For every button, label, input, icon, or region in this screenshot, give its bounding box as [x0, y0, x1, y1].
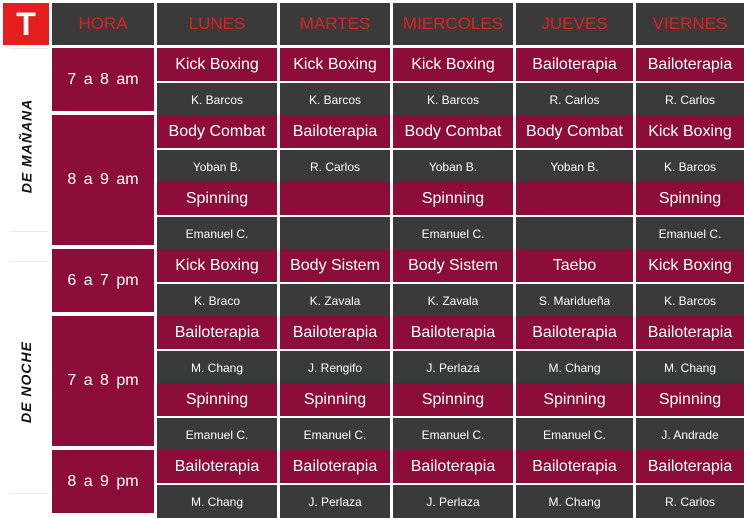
- class-name: Spinning: [280, 383, 390, 416]
- instructor-name: R. Carlos: [516, 83, 633, 116]
- instructor-name: R. Carlos: [280, 150, 390, 183]
- class-name: Body Sistem: [393, 249, 513, 282]
- period-noche: DE NOCHE: [3, 249, 49, 514]
- class-name: Bailoterapia: [157, 450, 277, 483]
- time-slot: 8 a 9 am: [52, 115, 154, 245]
- time-slot: 8 a 9 pm: [52, 450, 154, 513]
- class-name: Kick Boxing: [636, 249, 744, 282]
- class-name: Taebo: [516, 249, 633, 282]
- class-name: Bailoterapia: [393, 450, 513, 483]
- class-name: Kick Boxing: [157, 48, 277, 81]
- instructor-name: K. Braco: [157, 284, 277, 317]
- instructor-name: K. Barcos: [393, 83, 513, 116]
- instructor-name: M. Chang: [157, 485, 277, 518]
- class-name: Bailoterapia: [393, 316, 513, 349]
- period-label: DE NOCHE: [18, 340, 34, 423]
- class-name: Kick Boxing: [280, 48, 390, 81]
- instructor-name: Emanuel C.: [516, 418, 633, 451]
- class-name: Spinning: [636, 383, 744, 416]
- instructor-name: K. Barcos: [636, 150, 744, 183]
- instructor-name: [280, 217, 390, 250]
- instructor-name: [516, 217, 633, 250]
- class-name: Bailoterapia: [157, 316, 277, 349]
- class-name: [280, 182, 390, 215]
- header-hora: HORA: [52, 3, 154, 45]
- header-lunes: LUNES: [157, 3, 277, 45]
- schedule-table: T HORA LUNES MARTES MIERCOLES JUEVES VIE…: [0, 0, 744, 518]
- class-name: Kick Boxing: [636, 115, 744, 148]
- instructor-name: R. Carlos: [636, 485, 744, 518]
- instructor-name: M. Chang: [516, 485, 633, 518]
- class-name: Body Combat: [393, 115, 513, 148]
- class-name: Bailoterapia: [636, 316, 744, 349]
- instructor-name: K. Barcos: [157, 83, 277, 116]
- instructor-name: K. Zavala: [280, 284, 390, 317]
- time-slot: 6 a 7 pm: [52, 249, 154, 312]
- time-slot: 7 a 8 am: [52, 48, 154, 111]
- instructor-name: K. Barcos: [280, 83, 390, 116]
- period-manana: DE MAÑANA: [3, 48, 49, 244]
- instructor-name: Yoban B.: [393, 150, 513, 183]
- instructor-name: Emanuel C.: [157, 418, 277, 451]
- instructor-name: Emanuel C.: [393, 418, 513, 451]
- class-name: Spinning: [157, 383, 277, 416]
- class-name: Body Combat: [516, 115, 633, 148]
- class-name: Bailoterapia: [280, 316, 390, 349]
- instructor-name: Yoban B.: [516, 150, 633, 183]
- period-label: DE MAÑANA: [18, 98, 34, 194]
- header-jueves: JUEVES: [516, 3, 633, 45]
- instructor-name: M. Chang: [157, 351, 277, 384]
- instructor-name: Yoban B.: [157, 150, 277, 183]
- instructor-name: Emanuel C.: [280, 418, 390, 451]
- class-name: Bailoterapia: [636, 450, 744, 483]
- class-name: Bailoterapia: [516, 450, 633, 483]
- instructor-name: M. Chang: [636, 351, 744, 384]
- instructor-name: S. Maridueña: [516, 284, 633, 317]
- instructor-name: M. Chang: [516, 351, 633, 384]
- class-name: Bailoterapia: [516, 316, 633, 349]
- instructor-name: J. Rengifo: [280, 351, 390, 384]
- class-name: Spinning: [393, 383, 513, 416]
- class-name: Spinning: [393, 182, 513, 215]
- instructor-name: K. Barcos: [636, 284, 744, 317]
- instructor-name: J. Perlaza: [280, 485, 390, 518]
- instructor-name: R. Carlos: [636, 83, 744, 116]
- class-name: Spinning: [516, 383, 633, 416]
- instructor-name: J. Andrade: [636, 418, 744, 451]
- instructor-name: K. Zavala: [393, 284, 513, 317]
- class-name: Bailoterapia: [636, 48, 744, 81]
- instructor-name: J. Perlaza: [393, 485, 513, 518]
- header-martes: MARTES: [280, 3, 390, 45]
- class-name: Bailoterapia: [516, 48, 633, 81]
- time-slot: 7 a 8 pm: [52, 316, 154, 446]
- class-name: [516, 182, 633, 215]
- instructor-name: Emanuel C.: [636, 217, 744, 250]
- class-name: Spinning: [157, 182, 277, 215]
- class-name: Bailoterapia: [280, 115, 390, 148]
- header-miercoles: MIERCOLES: [393, 3, 513, 45]
- class-name: Spinning: [636, 182, 744, 215]
- instructor-name: Emanuel C.: [393, 217, 513, 250]
- class-name: Body Sistem: [280, 249, 390, 282]
- header-viernes: VIERNES: [636, 3, 744, 45]
- instructor-name: J. Perlaza: [393, 351, 513, 384]
- class-name: Body Combat: [157, 115, 277, 148]
- logo-icon: T: [3, 3, 49, 45]
- instructor-name: Emanuel C.: [157, 217, 277, 250]
- class-name: Bailoterapia: [280, 450, 390, 483]
- class-name: Kick Boxing: [393, 48, 513, 81]
- class-name: Kick Boxing: [157, 249, 277, 282]
